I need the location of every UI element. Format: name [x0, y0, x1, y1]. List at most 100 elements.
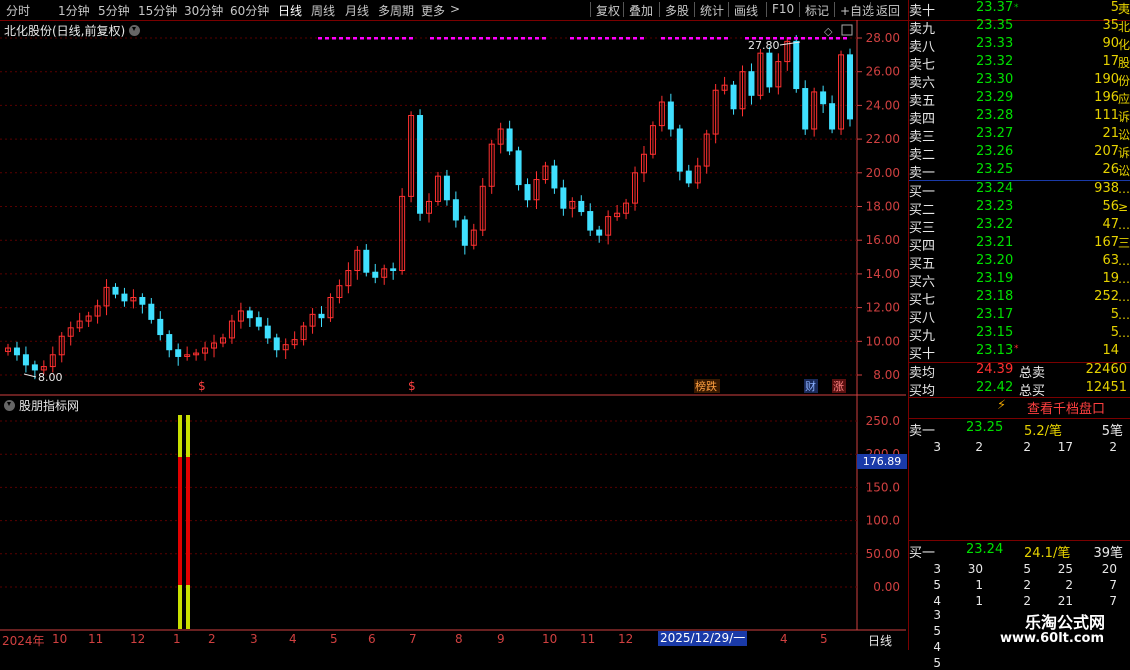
level-label: 卖二	[909, 148, 936, 163]
queue-bid-qty: 25	[1057, 562, 1073, 576]
date-label: 4	[289, 632, 297, 646]
queue-ask-count: 5笔	[1101, 424, 1123, 439]
period-3[interactable]: 15分钟	[138, 2, 177, 19]
level-volume: 47	[1102, 217, 1119, 232]
level-volume: 252	[1094, 289, 1119, 304]
level-volume: 56	[1102, 199, 1119, 214]
period-5[interactable]: 60分钟	[230, 2, 269, 19]
period-1[interactable]: 1分钟	[58, 2, 90, 19]
chevron-down-icon[interactable]	[4, 400, 15, 411]
level-volume: 35	[1102, 18, 1119, 33]
action-2[interactable]: 多股	[665, 2, 689, 19]
candle-body	[551, 165, 558, 189]
candle-body	[264, 325, 271, 339]
signal-dot	[591, 37, 595, 40]
ask-level[interactable]: 卖九 23.35 35	[909, 18, 1123, 37]
ask-level[interactable]: 卖一 23.25 26	[909, 162, 1123, 181]
ask-level[interactable]: 卖七 23.32 17	[909, 54, 1123, 73]
action-5[interactable]: F10	[772, 2, 794, 16]
queue-bid-qty: 3	[933, 562, 941, 576]
bid-level[interactable]: 买七 23.18 252	[909, 289, 1123, 308]
action-0[interactable]: 复权	[596, 2, 620, 19]
signal-dot	[661, 37, 665, 40]
more-arrow-icon[interactable]: >	[450, 2, 460, 16]
period-10[interactable]: 更多	[421, 2, 445, 19]
signal-dot	[605, 37, 609, 40]
toolbar-separator	[766, 2, 767, 17]
candle-body	[596, 229, 603, 236]
candle-body	[748, 71, 755, 96]
bid-level[interactable]: 买八 23.17 5	[909, 307, 1123, 326]
level-volume: 190	[1094, 72, 1119, 87]
level-price: 23.29	[976, 90, 1014, 105]
period-0[interactable]: 分时	[6, 2, 30, 19]
date-label: 5	[330, 632, 338, 646]
indicator-bar-mid	[178, 457, 182, 585]
level-label: 买八	[909, 311, 936, 326]
watermark-title: 乐淘公式网	[1025, 613, 1106, 632]
action-1[interactable]: 叠加	[629, 2, 653, 19]
window-toggle-icon	[841, 24, 853, 36]
candle-body	[847, 54, 853, 120]
period-6[interactable]: 日线	[278, 2, 302, 19]
signal-dot	[465, 37, 469, 40]
bid-level[interactable]: 买一 23.24 938	[909, 181, 1123, 200]
bid-level[interactable]: 买九 23.15 5	[909, 325, 1123, 344]
queue-divider	[909, 418, 1130, 419]
signal-dot	[689, 37, 693, 40]
indicator-title: 股朋指标网	[4, 397, 79, 414]
period-2[interactable]: 5分钟	[98, 2, 130, 19]
chevron-down-icon[interactable]	[129, 25, 141, 36]
period-7[interactable]: 周线	[311, 2, 335, 19]
action-6[interactable]: 标记	[805, 2, 829, 19]
signal-dot	[675, 37, 679, 40]
candle-body	[515, 150, 522, 186]
signal-dot	[773, 37, 777, 40]
level-price: 23.28	[976, 108, 1014, 123]
action-4[interactable]: 画线	[734, 2, 758, 19]
view-depth-button[interactable]: 查看千档盘口	[1027, 398, 1105, 417]
ask-level[interactable]: 卖六 23.30 190	[909, 72, 1123, 91]
candle-body	[506, 128, 513, 152]
level-volume: 63	[1102, 253, 1119, 268]
candle-body	[802, 88, 809, 130]
bid-level[interactable]: 买四 23.21 167	[909, 235, 1123, 254]
action-3[interactable]: 统计	[700, 2, 724, 19]
bid-level[interactable]: 买五 23.20 63	[909, 253, 1123, 272]
bid-level[interactable]: 买六 23.19 19	[909, 271, 1123, 290]
period-label[interactable]: 日线	[868, 632, 892, 649]
signal-dot	[815, 37, 819, 40]
ask-level[interactable]: 卖四 23.28 111	[909, 108, 1123, 127]
price-tick-label: 12.00	[866, 301, 900, 315]
candle-body	[390, 268, 397, 272]
bid-level[interactable]: 买二 23.23 56	[909, 199, 1123, 218]
price-tick-label: 18.00	[866, 200, 900, 214]
queue-bid-tail: 4	[933, 640, 941, 654]
level-price: 23.13	[976, 343, 1014, 358]
period-9[interactable]: 多周期	[378, 2, 414, 19]
ask-level[interactable]: 卖三 23.27 21	[909, 126, 1123, 145]
kline-chart[interactable]: 28.0026.0024.0022.0020.0018.0016.0014.00…	[0, 20, 906, 650]
signal-dot	[542, 37, 546, 40]
candle-body	[676, 128, 683, 172]
candle-body	[587, 211, 594, 231]
action-8[interactable]: 返回	[876, 2, 900, 19]
level-volume: 19	[1102, 271, 1119, 286]
signal-dot	[500, 37, 504, 40]
level-label: 买四	[909, 239, 936, 254]
signal-dot	[696, 37, 700, 40]
ask-level[interactable]: 卖二 23.26 207	[909, 144, 1123, 163]
ask-level[interactable]: 卖八 23.33 90	[909, 36, 1123, 55]
level-price: 23.26	[976, 144, 1014, 159]
level-price: 23.30	[976, 72, 1014, 87]
indicator-tick-label: 0.00	[873, 580, 900, 594]
action-7[interactable]: +自选	[840, 2, 874, 19]
watermark-url: www.60lt.com	[1000, 631, 1105, 646]
period-4[interactable]: 30分钟	[184, 2, 223, 19]
period-8[interactable]: 月线	[345, 2, 369, 19]
low-price-label: 8.00	[38, 371, 63, 384]
level-label: 买九	[909, 329, 936, 344]
bid-level[interactable]: 买三 23.22 47	[909, 217, 1123, 236]
ask-level[interactable]: 卖五 23.29 196	[909, 90, 1123, 109]
signal-dot	[437, 37, 441, 40]
